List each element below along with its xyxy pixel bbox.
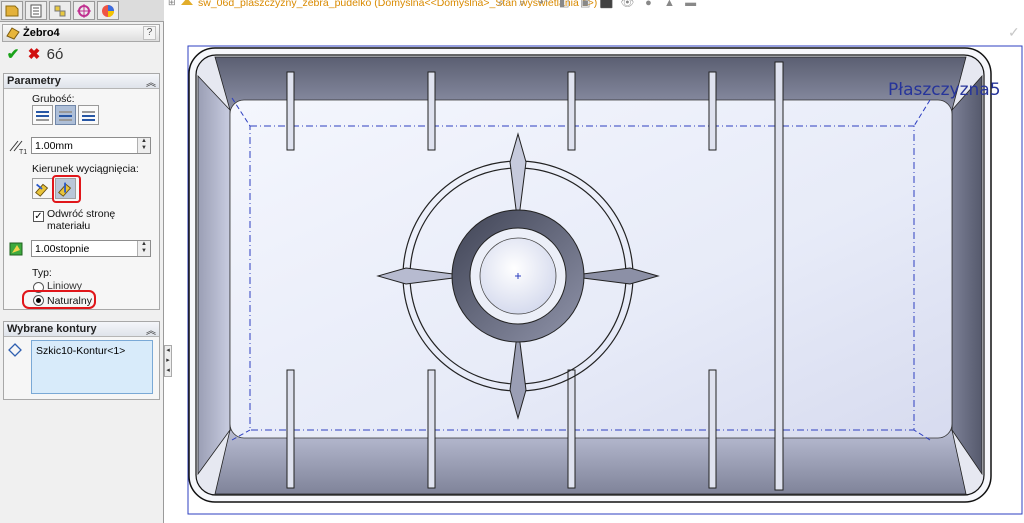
thickness-icon: T1 bbox=[9, 140, 27, 155]
parallel-to-sketch-icon bbox=[35, 183, 49, 197]
dimxpert-manager-tab[interactable] bbox=[73, 1, 95, 20]
flip-material-checkbox[interactable]: ✓ bbox=[33, 211, 44, 222]
natural-type-highlight bbox=[22, 290, 96, 309]
direction-parallel-button[interactable] bbox=[32, 178, 53, 199]
selected-contours-header[interactable]: Wybrane kontury ︽ bbox=[4, 322, 159, 337]
thickness-both-sides-button[interactable] bbox=[55, 105, 76, 125]
detailed-preview-button[interactable]: 6ó bbox=[46, 46, 64, 64]
display-manager-tab[interactable] bbox=[97, 1, 119, 20]
thickness-second-side-button[interactable] bbox=[78, 105, 99, 125]
contour-icon bbox=[8, 343, 22, 357]
collapse-icon[interactable]: ︽ bbox=[146, 322, 156, 337]
draft-angle-input[interactable]: 1.00stopnie ▲ ▼ bbox=[31, 240, 151, 257]
property-manager-panel: Żebro4 ? ✔ ✖ 6ó Parametry ︽ Grubość: T1 … bbox=[0, 0, 164, 523]
direction-highlight bbox=[52, 175, 81, 203]
plane-label[interactable]: Płaszczyzna5 bbox=[888, 80, 1001, 100]
feature-title: Żebro4 bbox=[23, 27, 60, 39]
draft-angle-spinner[interactable]: ▲ ▼ bbox=[137, 241, 150, 256]
dimxpert-icon bbox=[77, 4, 91, 18]
direction-label: Kierunek wyciągnięcia: bbox=[32, 163, 139, 175]
thickness-first-side-button[interactable] bbox=[32, 105, 53, 125]
cancel-button[interactable]: ✖ bbox=[25, 46, 43, 64]
collapse-icon[interactable]: ︽ bbox=[146, 74, 156, 89]
thickness-value: 1.00mm bbox=[35, 140, 73, 152]
parameters-header[interactable]: Parametry ︽ bbox=[4, 74, 159, 89]
rib-feature-icon bbox=[6, 27, 20, 40]
selected-contours-list[interactable]: Szkic10-Kontur<1> bbox=[31, 340, 153, 394]
feature-header: Żebro4 ? bbox=[2, 24, 160, 42]
wall-left[interactable] bbox=[197, 74, 231, 476]
wall-right[interactable] bbox=[951, 74, 983, 476]
graphics-viewport[interactable] bbox=[172, 0, 1024, 523]
manager-tabs bbox=[0, 0, 164, 22]
flip-material-label-line2: materiału bbox=[47, 220, 91, 232]
configuration-manager-tab[interactable] bbox=[49, 1, 71, 20]
selected-contours-title: Wybrane kontury bbox=[7, 323, 97, 335]
type-label: Typ: bbox=[32, 267, 52, 279]
thickness-input[interactable]: 1.00mm ▲ ▼ bbox=[31, 137, 151, 154]
flip-material-label-line1: Odwróć stronę bbox=[47, 208, 116, 220]
feature-tree-icon bbox=[5, 5, 19, 17]
property-manager-tab[interactable] bbox=[25, 1, 47, 20]
confirmation-corner-icon[interactable]: ✓ bbox=[1008, 24, 1020, 41]
feature-manager-tab[interactable] bbox=[1, 1, 23, 20]
help-button[interactable]: ? bbox=[143, 26, 156, 40]
thickness-label: Grubość: bbox=[32, 93, 75, 105]
configuration-icon bbox=[54, 5, 66, 17]
property-sheet-icon bbox=[30, 4, 42, 18]
draft-icon bbox=[9, 242, 23, 256]
contour-list-item[interactable]: Szkic10-Kontur<1> bbox=[36, 345, 125, 357]
box-floor[interactable] bbox=[229, 99, 953, 439]
ok-button[interactable]: ✔ bbox=[4, 46, 22, 64]
svg-text:T1: T1 bbox=[19, 149, 27, 155]
thickness-spinner[interactable]: ▲ ▼ bbox=[137, 138, 150, 153]
display-manager-icon bbox=[102, 5, 114, 17]
panel-splitter-handle[interactable]: ◂ ▸ ◂ bbox=[164, 345, 172, 377]
draft-angle-value: 1.00stopnie bbox=[35, 243, 90, 255]
wall-front[interactable] bbox=[214, 429, 967, 495]
parameters-title: Parametry bbox=[7, 75, 61, 87]
